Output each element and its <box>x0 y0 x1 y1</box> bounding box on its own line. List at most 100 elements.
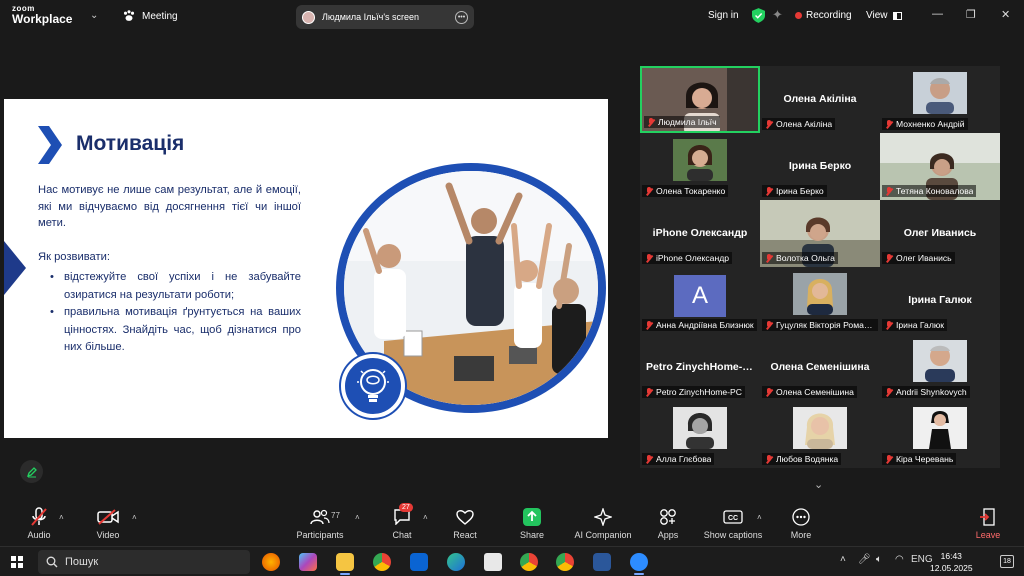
search-icon <box>46 556 58 568</box>
screen-share-pill[interactable]: Людмила Ільїч's screen ••• <box>296 5 474 29</box>
ai-companion-button[interactable]: AI Companion <box>573 507 633 540</box>
chat-button[interactable]: 27 Chat <box>387 503 417 540</box>
mic-muted-icon <box>765 119 773 129</box>
edge-icon[interactable] <box>447 553 465 571</box>
mic-muted-icon <box>885 253 893 263</box>
mic-muted-icon <box>645 320 653 330</box>
participant-tile[interactable]: Олена Токаренко <box>640 133 760 200</box>
participant-name-label: Petro ZinychHome-PC <box>642 386 745 398</box>
participant-display-name: Олег Иванись <box>903 227 977 239</box>
view-layout-icon <box>892 11 902 20</box>
participant-tile[interactable]: Andrii Shynkovych <box>880 334 1000 401</box>
share-button[interactable]: Share <box>516 507 548 540</box>
participant-tile[interactable]: Кіра Черевань <box>880 401 1000 468</box>
participant-display-name: Олена Семенішина <box>770 361 870 373</box>
participant-photo <box>673 407 727 449</box>
ai-companion-label: AI Companion <box>574 530 632 540</box>
ai-sparkle-icon[interactable]: ✦ <box>772 7 783 23</box>
audio-options-caret-icon[interactable]: ˄ <box>59 513 64 522</box>
react-button[interactable]: React <box>450 507 480 540</box>
sign-in-link[interactable]: Sign in <box>708 10 739 21</box>
outlook-icon[interactable] <box>410 553 428 571</box>
chevron-right-icon <box>38 126 62 164</box>
mic-muted-icon <box>885 186 893 196</box>
mic-muted-icon <box>885 320 893 330</box>
participant-tile[interactable]: A Анна Андріївна Близнюк <box>640 267 760 334</box>
search-placeholder: Пошук <box>65 556 99 568</box>
minimize-icon[interactable]: — <box>932 8 943 20</box>
notepad-icon[interactable] <box>484 553 502 571</box>
participant-tile[interactable]: Волотка Ольга <box>760 200 880 267</box>
participant-name-label: Гуцуляк Вікторія Романівна <box>762 319 878 331</box>
participant-tile[interactable]: Олег Иванись Олег Иванись <box>880 200 1000 267</box>
participants-options-caret-icon[interactable]: ˄ <box>355 513 360 522</box>
leave-door-icon <box>973 507 1003 527</box>
participant-tile[interactable]: iPhone Олександр iPhone Олександр <box>640 200 760 267</box>
volume-icon[interactable]: 🔈︎ <box>876 554 882 565</box>
tray-expand-icon[interactable]: ˄ <box>840 554 846 565</box>
participant-tile[interactable]: Гуцуляк Вікторія Романівна <box>760 267 880 334</box>
chevron-down-icon[interactable]: ⌄ <box>90 10 98 21</box>
participant-tile[interactable]: Ірина Галюк Ірина Галюк <box>880 267 1000 334</box>
zoom-taskbar-icon[interactable] <box>630 553 648 571</box>
recording-label: Recording <box>806 10 852 21</box>
wifi-icon[interactable]: ◠ <box>895 554 904 565</box>
gallery-next-page-chevron-icon[interactable]: ⌄ <box>814 478 823 491</box>
pencil-icon <box>26 466 37 477</box>
chat-icon: 27 <box>387 503 417 527</box>
video-button[interactable]: Video <box>93 507 123 540</box>
participant-tile[interactable]: Олена Семенішина Олена Семенішина <box>760 334 880 401</box>
recording-indicator[interactable]: Recording <box>795 10 852 21</box>
participant-name-label: Ірина Галюк <box>882 319 948 331</box>
meeting-info-button[interactable]: Meeting <box>122 9 178 23</box>
video-options-caret-icon[interactable]: ˄ <box>132 513 137 522</box>
participant-tile[interactable]: Мохненко Андрій <box>880 66 1000 133</box>
apps-button[interactable]: Apps <box>653 507 683 540</box>
participant-tile[interactable]: Тетяна Коновалова <box>880 133 1000 200</box>
audio-button[interactable]: Audio <box>24 507 54 540</box>
word-icon[interactable] <box>593 553 611 571</box>
participant-name-label: Олег Иванись <box>882 252 955 264</box>
apps-grid-icon <box>653 507 683 527</box>
participant-tile[interactable]: Олена Акіліна Олена Акіліна <box>760 66 880 133</box>
participant-tile[interactable]: Любов Водянка <box>760 401 880 468</box>
active-app-indicator <box>634 573 644 575</box>
participant-tile[interactable]: Ірина Берко Ірина Берко <box>760 133 880 200</box>
heart-icon <box>450 507 480 527</box>
windows-start-icon[interactable] <box>11 556 23 568</box>
security-shield-icon[interactable] <box>752 8 765 23</box>
participant-name-label: Олена Семенішина <box>762 386 857 398</box>
mic-muted-icon <box>647 117 655 127</box>
slide-bullet-list: відстежуйте свої успіхи і не забувайте о… <box>50 269 301 357</box>
close-icon[interactable]: ✕ <box>1001 8 1010 21</box>
taskbar-clock[interactable]: 16:43 12.05.2025 <box>930 550 973 574</box>
more-options-icon[interactable]: ••• <box>455 10 468 24</box>
firefox-icon[interactable] <box>262 553 280 571</box>
file-explorer-icon[interactable] <box>336 553 354 571</box>
participant-tile[interactable]: Petro ZinychHome-PC Petro ZinychHome-PC <box>640 334 760 401</box>
annotate-pencil-button[interactable] <box>20 460 43 483</box>
taskbar-search[interactable]: Пошук <box>38 550 250 574</box>
notification-count-icon[interactable]: 18 <box>1000 555 1014 568</box>
participant-photo <box>793 273 847 315</box>
chrome-profile-2-icon[interactable] <box>556 553 574 571</box>
chrome-icon[interactable] <box>373 553 391 571</box>
chrome-profile-icon[interactable] <box>520 553 538 571</box>
view-button[interactable]: View <box>866 10 902 21</box>
participant-tile[interactable]: Алла Глєбова <box>640 401 760 468</box>
participant-name-label: iPhone Олександр <box>642 252 733 264</box>
apps-label: Apps <box>657 530 679 540</box>
copilot-icon[interactable] <box>299 553 317 571</box>
participant-display-name: Ірина Галюк <box>908 294 972 306</box>
slide-title: Мотивація <box>76 132 185 155</box>
show-captions-button[interactable]: CC Show captions <box>702 507 764 540</box>
captions-options-caret-icon[interactable]: ˄ <box>757 513 762 522</box>
more-button[interactable]: More <box>786 507 816 540</box>
participant-photo <box>913 407 967 449</box>
leave-label: Leave <box>975 530 1001 540</box>
participant-tile[interactable]: Людмила Ільїч <box>640 66 760 133</box>
leave-button[interactable]: Leave <box>973 507 1003 540</box>
chat-options-caret-icon[interactable]: ˄ <box>423 513 428 522</box>
restore-icon[interactable]: ❐ <box>966 8 976 21</box>
microphone-tray-icon[interactable]: 🎤︎ <box>858 554 871 565</box>
